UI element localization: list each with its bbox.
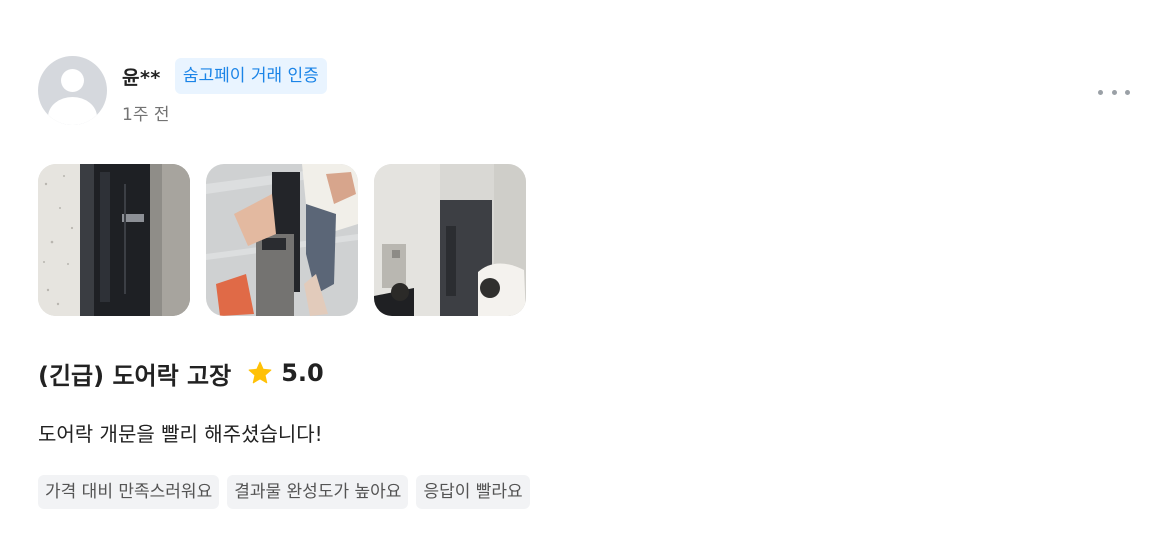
- review-tag: 응답이 빨라요: [416, 475, 530, 509]
- review-tag: 결과물 완성도가 높아요: [227, 475, 409, 509]
- photo-hallway-door[interactable]: [374, 164, 526, 316]
- more-dot: [1125, 89, 1130, 95]
- more-dot: [1098, 89, 1103, 95]
- review-time: 1주 전: [122, 105, 170, 125]
- photo-door-lock-handheld[interactable]: [206, 164, 358, 316]
- more-dot: [1111, 89, 1117, 95]
- rating-value: 5.0: [281, 359, 324, 387]
- photo-image: [38, 164, 190, 316]
- avatar-head-shape: [61, 69, 84, 92]
- payment-verified-badge: 숨고페이 거래 인증: [174, 58, 327, 94]
- review-title-row: (긴급) 도어락 고장 5.0: [38, 356, 1130, 390]
- photo-image: [374, 164, 526, 316]
- avatar: [38, 56, 107, 125]
- review-title: (긴급) 도어락 고장: [38, 361, 232, 390]
- photo-door-lock-closeup[interactable]: [38, 164, 190, 316]
- star-icon: [248, 361, 272, 384]
- review-meta: 윤** 숨고페이 거래 인증 1주 전: [122, 56, 327, 125]
- photo-image: [206, 164, 358, 316]
- more-horizontal-icon[interactable]: [1098, 82, 1130, 102]
- review-header: 윤** 숨고페이 거래 인증 1주 전: [38, 56, 1130, 126]
- name-row: 윤** 숨고페이 거래 인증: [122, 58, 327, 94]
- author-name: 윤**: [122, 66, 161, 89]
- review-body: 도어락 개문을 빨리 해주셨습니다!: [38, 422, 323, 446]
- photo-list: [38, 164, 1130, 316]
- review-card: 윤** 숨고페이 거래 인증 1주 전 (긴급) 도어락 고장 5.0 도어락 …: [38, 56, 1130, 509]
- avatar-body-shape: [48, 97, 97, 125]
- review-tags: 가격 대비 만족스러워요 결과물 완성도가 높아요 응답이 빨라요: [38, 475, 1130, 509]
- review-tag: 가격 대비 만족스러워요: [38, 475, 220, 509]
